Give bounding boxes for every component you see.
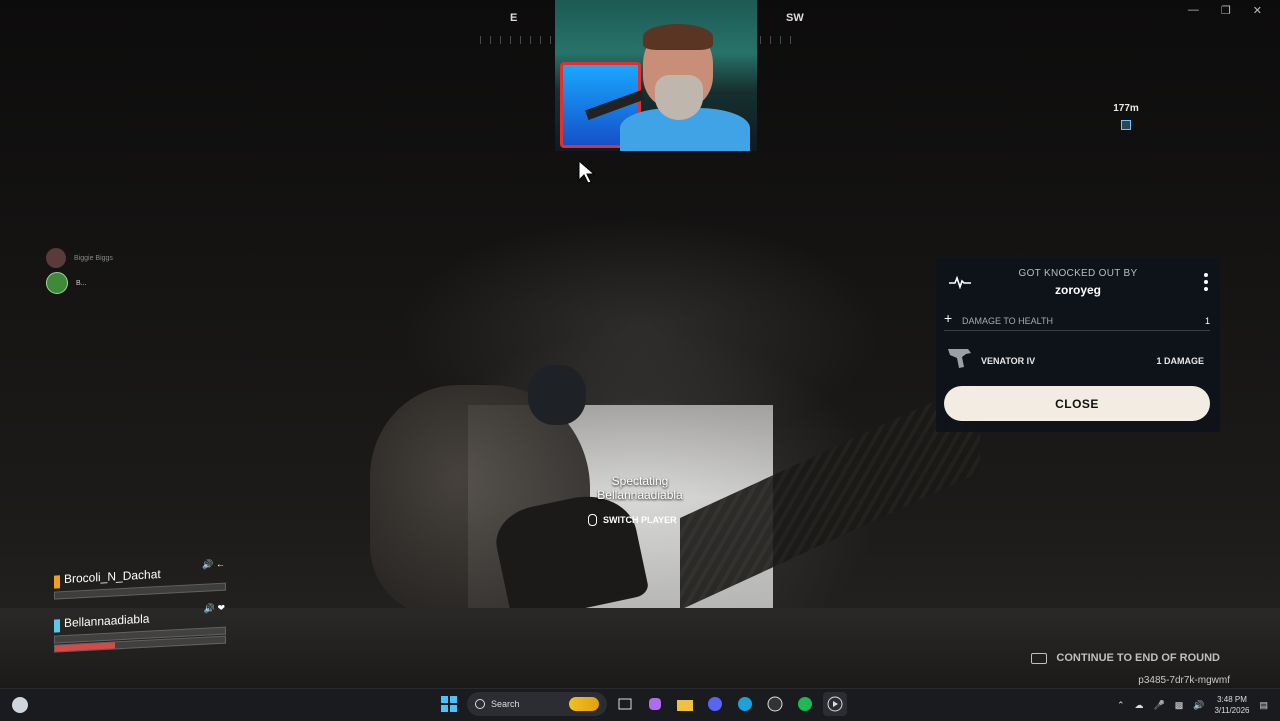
knockout-header: GOT KNOCKED OUT BY zoroyeg [936,258,1220,308]
health-fill [55,642,115,652]
damage-value: 1 [1204,316,1210,326]
discord-icon[interactable] [703,692,727,716]
compass-dir-right: SW [786,12,804,24]
close-window-icon[interactable]: ✕ [1253,4,1262,17]
voice-icon: 🔊 ← [202,558,225,570]
minimize-icon[interactable]: — [1188,4,1199,17]
obs-icon[interactable] [763,692,787,716]
spectated-player-name: Bellannaadiabla [597,488,683,502]
pistol-icon [946,345,974,373]
clock-time: 3:48 PM [1217,695,1247,704]
taskbar: Search ⌃ ☁ 🎤 ▩ 🔊 3:48 PM 3/11/2026 ▤ [0,688,1280,721]
spectating-info: Spectating Bellannaadiabla [560,474,720,502]
clock[interactable]: 3:48 PM 3/11/2026 [1214,694,1249,716]
expand-plus-icon[interactable]: + [944,310,952,326]
avatar [46,248,66,268]
teammate-color-stripe [54,575,60,589]
teammate-name: Bellannaadiabla [64,611,150,631]
taskbar-apps: Search [437,692,847,716]
media-player-icon[interactable] [823,692,847,716]
weapon-damage: 1 DAMAGE [1156,356,1204,366]
edge-icon[interactable] [733,692,757,716]
more-options-icon[interactable] [1204,273,1208,294]
window-controls: — ❐ ✕ [1188,4,1262,17]
search-placeholder: Search [491,699,520,709]
teammate-color-stripe [54,619,60,633]
knockout-title: GOT KNOCKED OUT BY [1018,268,1138,279]
damage-label: DAMAGE TO HEALTH [962,316,1054,326]
system-tray: ⌃ ☁ 🎤 ▩ 🔊 3:48 PM 3/11/2026 ▤ [1117,694,1268,716]
file-explorer-icon[interactable] [673,692,697,716]
squad-member-name: Biggie Biggs [74,254,113,262]
spotify-icon[interactable] [793,692,817,716]
continue-to-end-button[interactable]: CONTINUE TO END OF ROUND [1031,652,1220,664]
streamer-webcam [555,0,757,151]
compass-dir-left: E [510,12,518,24]
task-view-icon[interactable] [613,692,637,716]
teammate-name: Brocoli_N_Dachat [64,566,161,587]
squad-member: Biggie Biggs [46,247,113,269]
restore-icon[interactable]: ❐ [1221,4,1231,17]
webcam-beard [655,75,703,120]
clock-date: 3/11/2026 [1214,706,1250,715]
search-highlight-icon [569,697,599,711]
switch-player-button[interactable]: SWITCH PLAYER [588,514,677,526]
chevron-up-icon[interactable]: ⌃ [1117,700,1125,711]
microphone-icon[interactable]: 🎤 [1154,700,1165,711]
spectated-player-head [528,365,586,425]
volume-icon[interactable]: 🔊 [1193,700,1204,711]
keyboard-key-icon [1031,652,1048,664]
wifi-icon[interactable]: ▩ [1175,700,1184,711]
damage-to-health-row[interactable]: + DAMAGE TO HEALTH 1 [944,310,1210,331]
avatar [46,272,68,294]
marker-distance: 177m [1113,103,1139,114]
teammate-list: Brocoli_N_Dachat 🔊 ← Bellannaadiabla 🔊 ❤ [54,559,229,653]
continue-label: CONTINUE TO END OF ROUND [1056,652,1220,664]
squad-list: Biggie Biggs B... [46,247,113,297]
voice-icon: 🔊 ❤ [203,602,225,614]
search-input[interactable]: Search [467,692,607,716]
mouse-click-icon [588,514,597,526]
weapon-name: VENATOR IV [981,356,1036,366]
copilot-icon[interactable] [643,692,667,716]
close-button[interactable]: CLOSE [944,386,1210,421]
switch-player-label: SWITCH PLAYER [603,515,677,525]
squad-member-name: B... [76,279,87,287]
weapon-row: VENATOR IV 1 DAMAGE [944,343,1210,373]
distance-marker: 177m [1108,103,1144,130]
spectating-label: Spectating [611,474,669,488]
webcam-hair [643,24,713,50]
knockout-panel: GOT KNOCKED OUT BY zoroyeg + DAMAGE TO H… [936,258,1220,432]
windows-start-icon[interactable] [437,692,461,716]
search-icon [475,699,485,709]
teammate-card: Bellannaadiabla 🔊 ❤ [54,602,229,657]
weather-icon[interactable] [12,697,28,713]
cloud-icon[interactable]: ☁ [1135,700,1144,711]
squad-member: B... [46,272,113,294]
killer-name: zoroyeg [1054,283,1101,297]
session-code: p3485-7dr7k-mgwmf [1138,675,1230,686]
ping-icon [1121,120,1131,130]
notification-icon[interactable]: ▤ [1259,700,1268,711]
